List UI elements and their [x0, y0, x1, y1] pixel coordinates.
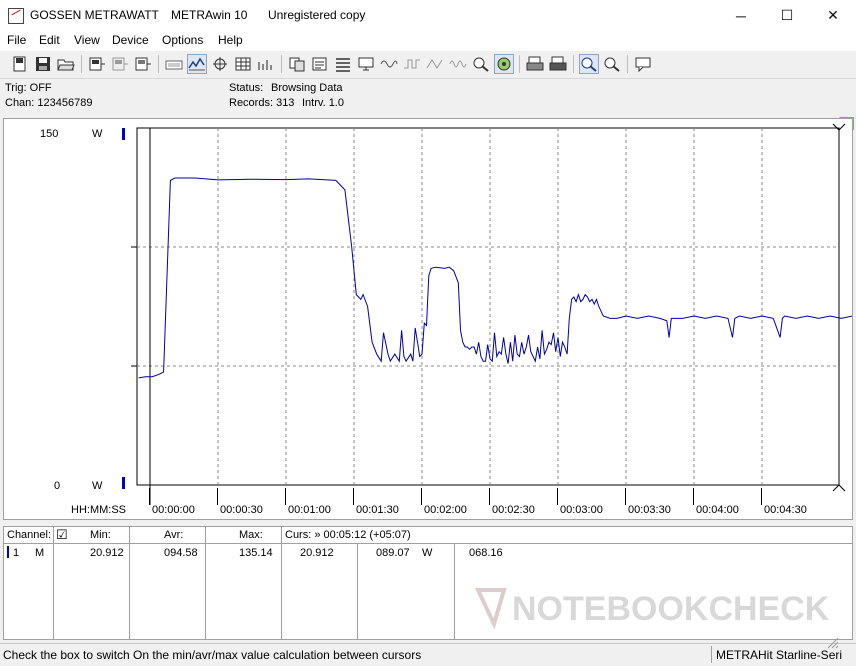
- cursor-avr-value: 089.07: [376, 547, 410, 559]
- y-min-label: 0: [54, 480, 60, 492]
- channel-header: Channel:: [7, 529, 52, 541]
- x-tick-label: 00:04:00: [696, 504, 739, 516]
- print-icon[interactable]: [548, 54, 568, 74]
- scatter-graph-icon[interactable]: [210, 54, 230, 74]
- target-icon[interactable]: [494, 54, 514, 74]
- zoom-in-icon[interactable]: [579, 54, 599, 74]
- title-bar: GOSSEN METRAWATT METRAwin 10 Unregistere…: [0, 0, 856, 31]
- comment-icon[interactable]: [633, 54, 653, 74]
- x-tick-label: 00:01:00: [288, 504, 331, 516]
- copy-icon[interactable]: [287, 54, 307, 74]
- x-tick-label: 00:00:30: [220, 504, 263, 516]
- watermark-text: NOTEBOOKCHECK: [512, 590, 830, 628]
- avr-header: Avr:: [164, 529, 184, 541]
- x-tick-label: 00:02:30: [492, 504, 535, 516]
- status-hint: Check the box to switch On the min/avr/m…: [3, 648, 422, 662]
- x-axis-label: HH:MM:SS: [71, 504, 126, 516]
- maximize-button[interactable]: ☐: [764, 0, 810, 31]
- toolbar-separator: [573, 55, 574, 73]
- x-tick-label: 00:02:00: [424, 504, 467, 516]
- app-icon: [8, 8, 24, 24]
- toolbar-separator: [281, 55, 282, 73]
- channel-number: 1: [13, 547, 20, 559]
- list-icon[interactable]: [333, 54, 353, 74]
- close-button[interactable]: ✕: [810, 0, 856, 31]
- y-scale-bottom-marker: [122, 477, 125, 489]
- trigger-status: Trig: OFF: [5, 82, 52, 94]
- x-tick-label: 00:04:30: [764, 504, 807, 516]
- avr-value: 094.58: [164, 547, 198, 559]
- table-view-icon[interactable]: [233, 54, 253, 74]
- zoom-tool-icon[interactable]: [471, 54, 491, 74]
- channel-mode: M: [35, 547, 45, 559]
- x-tick-label: 00:01:30: [356, 504, 399, 516]
- menu-device[interactable]: Device: [112, 33, 149, 47]
- trigger-icon[interactable]: [425, 54, 445, 74]
- toolbar: [0, 51, 856, 130]
- pc-icon[interactable]: [356, 54, 376, 74]
- keyboard-icon[interactable]: [164, 54, 184, 74]
- app-name: GOSSEN METRAWATT: [30, 8, 159, 22]
- open-folder-icon[interactable]: [56, 54, 76, 74]
- print-preview-icon[interactable]: [525, 54, 545, 74]
- y-max-label: 150: [40, 128, 58, 140]
- menu-file[interactable]: File: [7, 33, 26, 47]
- channel-color-marker: [7, 546, 9, 558]
- plot-area: [136, 127, 840, 486]
- power-chart[interactable]: 00:00:00 00:00:30 00:01:00 00:01:30 00:02:00…: [4, 119, 852, 519]
- chart-panel[interactable]: 00:00:00 00:00:30 00:01:00 00:01:30 00:02:00…: [3, 118, 853, 520]
- menu-help[interactable]: Help: [218, 33, 243, 47]
- y-max-unit: W: [92, 128, 103, 140]
- toolbar-separator: [81, 55, 82, 73]
- y-min-unit: W: [92, 480, 103, 492]
- max-value: 135.14: [239, 547, 273, 559]
- min-header: Min:: [90, 529, 111, 541]
- cursor-arrow-bottom: [832, 484, 846, 492]
- new-file-icon[interactable]: [10, 54, 30, 74]
- max-header: Max:: [239, 529, 263, 541]
- interval-value: Intrv. 1.0: [302, 97, 344, 109]
- save-icon[interactable]: [33, 54, 53, 74]
- line-graph-icon[interactable]: [187, 54, 207, 74]
- unit-label: W: [422, 547, 433, 559]
- device-settings-icon[interactable]: [133, 54, 153, 74]
- toolbar-separator: [158, 55, 159, 73]
- export-icon[interactable]: [310, 54, 330, 74]
- signal-icon[interactable]: [379, 54, 399, 74]
- cursor-value: 20.912: [300, 547, 334, 559]
- status-bar: Check the box to switch On the min/avr/m…: [0, 637, 856, 666]
- license-status: Unregistered copy: [268, 8, 366, 22]
- toolbar-separator: [519, 55, 520, 73]
- records-count: Records: 313: [229, 97, 295, 109]
- notebookcheck-watermark: NOTEBOOKCHECK: [470, 582, 850, 632]
- x-tick-label: 00:03:00: [560, 504, 603, 516]
- histogram-icon[interactable]: [256, 54, 276, 74]
- channel-status: Chan: 123456789: [5, 97, 93, 109]
- status-panel: Trig: OFF Chan: 123456789 Status: Browsi…: [0, 79, 856, 117]
- device-connect-icon[interactable]: [87, 54, 107, 74]
- menu-bar: File Edit View Device Options Help: [0, 31, 856, 51]
- device-read-icon[interactable]: [110, 54, 130, 74]
- product-name: METRAwin 10: [171, 8, 248, 22]
- zoom-out-icon[interactable]: [602, 54, 622, 74]
- device-name: METRAHit Starline-Seri: [716, 648, 843, 662]
- extra-value: 068.16: [469, 547, 503, 559]
- menu-options[interactable]: Options: [162, 33, 203, 47]
- toolbar-separator: [627, 55, 628, 73]
- cursor-header: Curs: » 00:05:12 (+05:07): [285, 529, 411, 541]
- min-value: 20.912: [90, 547, 124, 559]
- y-scale-top-marker: [122, 128, 125, 140]
- menu-view[interactable]: View: [74, 33, 100, 47]
- waveform-icon[interactable]: [448, 54, 468, 74]
- resize-grip-icon[interactable]: [825, 635, 855, 665]
- menu-edit[interactable]: Edit: [39, 33, 60, 47]
- calc-checkbox[interactable]: ☑: [56, 527, 68, 543]
- x-tick-label: 00:00:00: [152, 504, 195, 516]
- x-tick-label: 00:03:30: [628, 504, 671, 516]
- minimize-button[interactable]: ─: [718, 0, 764, 31]
- watermark-logo: NOTEBOOKCHECK: [474, 588, 830, 630]
- status-label: Status:: [229, 82, 264, 94]
- status-value: Browsing Data: [271, 82, 343, 94]
- pulse-icon[interactable]: [402, 54, 422, 74]
